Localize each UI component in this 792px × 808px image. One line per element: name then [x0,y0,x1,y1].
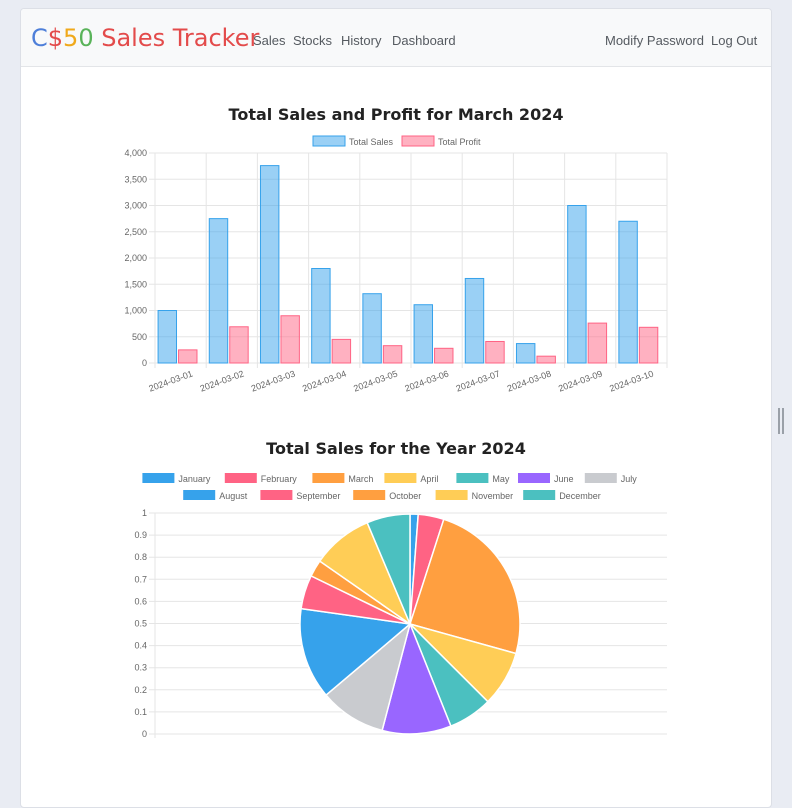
legend-swatch-september [260,490,293,500]
y-tick-label: 500 [132,332,147,342]
legend-label-november: November [472,491,514,501]
legend-swatch-total-sales [312,135,346,147]
legend-label-july: July [621,474,638,484]
y-tick-label: 1 [142,508,147,518]
brand-letter-2: 5 [63,24,79,52]
legend-label-total-sales: Total Sales [349,137,394,147]
nav-history[interactable]: History [341,33,381,48]
x-tick-label: 2024-03-06 [403,368,450,393]
brand-logo[interactable]: C$50 Sales Tracker [31,23,259,53]
legend-swatch-june [518,473,550,483]
nav-stocks[interactable]: Stocks [293,33,332,48]
bar-chart-legend: Total Sales Total Profit [312,135,481,147]
x-tick-label: 2024-03-02 [199,368,246,393]
bar-total-sales [208,218,229,364]
y-tick-label: 1,000 [124,306,147,316]
navbar: C$50 Sales Tracker Sales Stocks History … [21,9,771,67]
nav-log-out[interactable]: Log Out [711,33,757,48]
y-tick-label: 3,000 [124,201,147,211]
brand-letter-3: 0 [78,24,94,52]
pie-chart: January February March April May June July Augu… [134,473,667,739]
bar-total-sales [157,310,178,364]
bar-chart: Total Sales Total Profit 4,000 3,500 3,000 2,… [124,135,668,394]
bar-total-profit [434,347,454,364]
bar-total-profit [331,338,352,364]
legend-label-september: September [296,491,340,501]
main-card: C$50 Sales Tracker Sales Stocks History … [20,8,772,808]
bar-total-profit [178,349,198,364]
legend-label-may: May [492,474,510,484]
legend-swatch-april [384,473,417,483]
bar-total-profit [536,355,556,364]
y-tick-label: 4,000 [124,148,147,158]
bar-total-sales [567,205,587,364]
bar-total-sales [362,293,382,364]
bar-total-sales [618,220,638,364]
nav-sales[interactable]: Sales [253,33,286,48]
bar-total-profit [587,322,608,364]
y-tick-label: 0.9 [134,530,147,540]
legend-swatch-december [523,490,556,500]
legend-label-december: December [559,491,601,501]
y-tick-label: 3,500 [124,174,147,184]
brand-letter-0: C [31,24,48,52]
bar-total-sales [515,343,536,364]
legend-label-april: April [420,474,438,484]
bar-total-sales [413,304,434,364]
legend-swatch-january [142,473,175,483]
x-tick-label: 2024-03-08 [506,368,553,393]
x-tick-label: 2024-03-05 [352,368,399,393]
x-tick-label: 2024-03-01 [147,368,194,393]
nav-dashboard[interactable]: Dashboard [392,33,456,48]
bar-total-sales [259,165,280,364]
pie-chart-legend: January February March April May June July Augu… [142,473,637,501]
x-tick-label: 2024-03-07 [455,368,502,393]
y-tick-label: 0 [142,729,147,739]
legend-swatch-total-profit [401,135,435,147]
bar-total-sales [464,277,485,364]
y-tick-label: 0.6 [134,596,147,606]
y-tick-label: 2,500 [124,227,147,237]
legend-label-february: February [261,474,298,484]
y-tick-label: 0 [142,358,147,368]
pie-chart-title: Total Sales for the Year 2024 [266,439,526,458]
legend-label-october: October [389,491,421,501]
legend-swatch-november [435,490,468,500]
x-tick-label: 2024-03-10 [608,368,655,393]
bar-total-profit [229,326,249,364]
bar-chart-title: Total Sales and Profit for March 2024 [228,105,564,124]
brand-letter-4: Sales Tracker [93,24,260,52]
bar-total-profit [382,345,403,364]
legend-label-august: August [219,491,248,501]
legend-swatch-march [312,473,345,483]
legend-label-june: June [554,474,574,484]
y-tick-label: 1,500 [124,279,147,289]
brand-letter-1: $ [47,24,64,52]
y-tick-label: 0.7 [134,574,147,584]
x-tick-label: 2024-03-04 [301,368,348,393]
y-tick-label: 0.5 [134,619,147,629]
y-tick-label: 0.8 [134,552,147,562]
legend-swatch-october [353,490,386,500]
y-tick-label: 0.4 [134,641,147,651]
y-tick-label: 0.3 [134,663,147,673]
bar-total-profit [638,326,659,364]
legend-swatch-may [456,473,489,483]
bar-total-profit [280,315,300,364]
x-tick-label: 2024-03-03 [250,368,297,393]
legend-swatch-february [224,473,257,483]
bar-total-profit [485,340,505,364]
legend-label-march: March [348,474,373,484]
legend-label-total-profit: Total Profit [438,137,481,147]
nav-modify-password[interactable]: Modify Password [605,33,704,48]
bar-total-sales [311,268,331,364]
y-tick-label: 2,000 [124,253,147,263]
x-tick-label: 2024-03-09 [557,368,604,393]
resize-handle[interactable] [778,408,784,434]
y-tick-label: 0.2 [134,685,147,695]
legend-label-january: January [178,474,211,484]
y-tick-label: 0.1 [134,707,147,717]
legend-swatch-july [584,473,617,483]
legend-swatch-august [183,490,216,500]
